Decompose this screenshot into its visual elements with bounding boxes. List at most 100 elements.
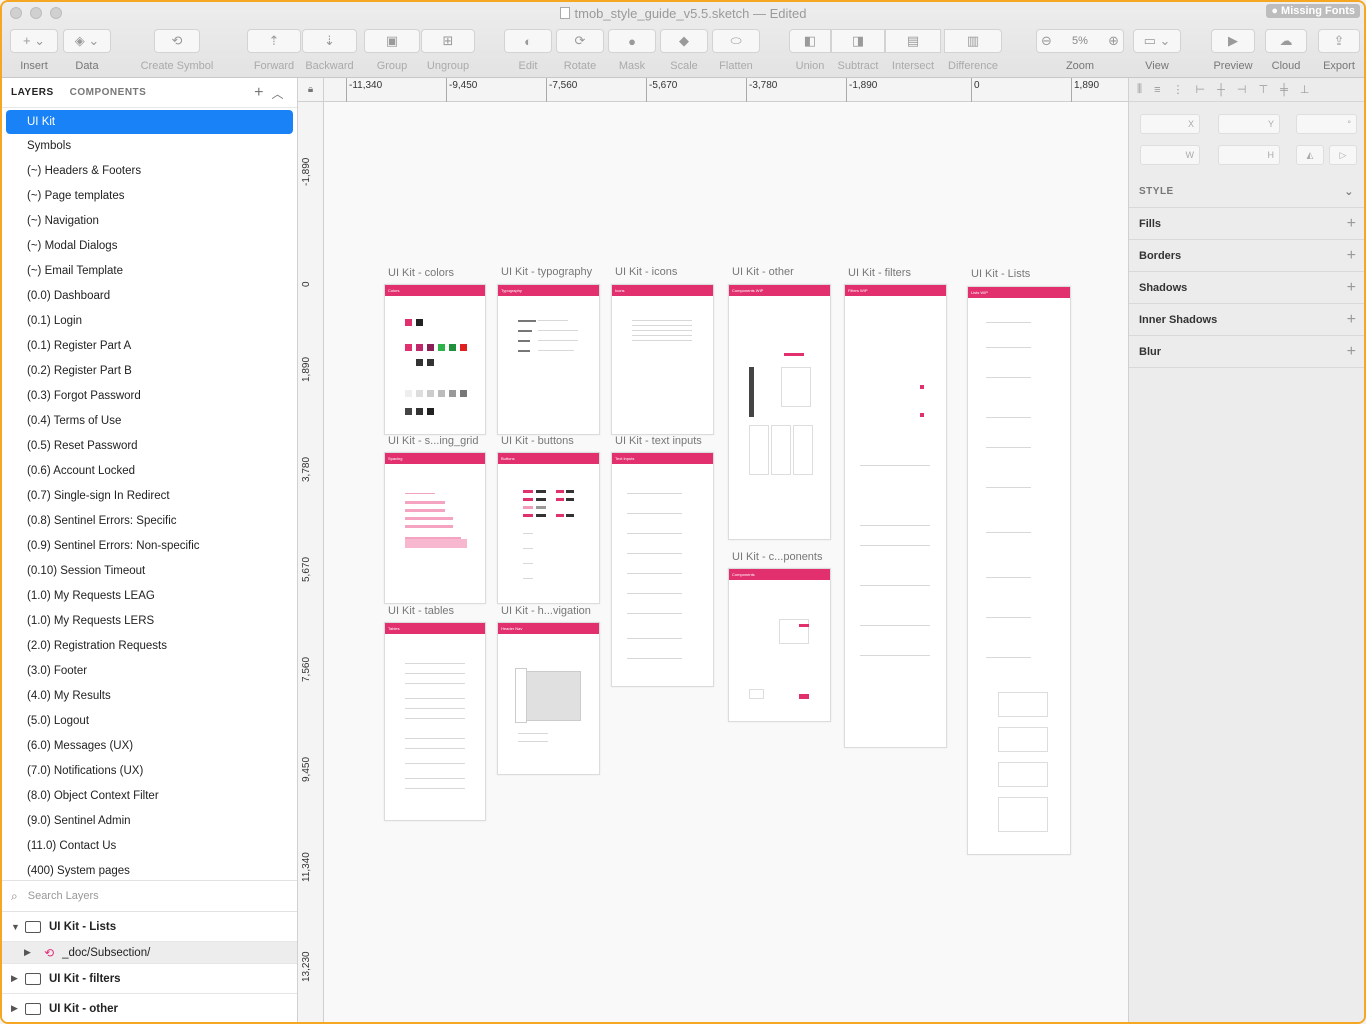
horizontal-ruler[interactable]: -11,340 -9,450 -7,560 -5,670 -3,780 -1,8…: [298, 78, 1128, 102]
tab-layers[interactable]: LAYERS: [11, 87, 54, 98]
page-item[interactable]: (0.0) Dashboard: [2, 284, 297, 309]
page-item[interactable]: (0.5) Reset Password: [2, 434, 297, 459]
mask-tool[interactable]: ● Mask: [608, 29, 656, 72]
page-item[interactable]: (4.0) My Results: [2, 684, 297, 709]
missing-fonts-badge[interactable]: ● Missing Fonts: [1266, 4, 1360, 18]
page-item[interactable]: (~) Headers & Footers: [2, 159, 297, 184]
cloud-tool[interactable]: ☁ Cloud: [1265, 29, 1307, 72]
search-input[interactable]: Search Layers: [28, 890, 99, 902]
page-item[interactable]: Symbols: [2, 134, 297, 159]
ungroup-tool[interactable]: ⊞ Ungroup: [421, 29, 475, 72]
zoom-in-icon[interactable]: ⊕: [1108, 33, 1119, 49]
artboard-title[interactable]: UI Kit - colors: [388, 267, 454, 279]
page-item[interactable]: (5.0) Logout: [2, 709, 297, 734]
search-layers[interactable]: ⌕ Search Layers: [2, 880, 297, 912]
flip-vertical-icon[interactable]: ▷: [1329, 145, 1357, 165]
page-item[interactable]: (1.0) My Requests LEAG: [2, 584, 297, 609]
align-left-icon[interactable]: ⊢: [1195, 83, 1205, 96]
inner-shadows-section[interactable]: Inner Shadows +: [1129, 304, 1364, 336]
page-item[interactable]: UI Kit: [6, 110, 293, 134]
page-item[interactable]: (3.0) Footer: [2, 659, 297, 684]
rotate-tool[interactable]: ⟳ Rotate: [556, 29, 604, 72]
page-item[interactable]: (0.3) Forgot Password: [2, 384, 297, 409]
group-tool[interactable]: ▣ Group: [364, 29, 420, 72]
zoom-out-icon[interactable]: ⊖: [1041, 33, 1052, 49]
canvas[interactable]: UI Kit - colors Colors UI Kit - s...ing_…: [324, 102, 1128, 1022]
export-tool[interactable]: ⇪ Export: [1318, 29, 1360, 72]
disclosure-closed-icon[interactable]: ▶: [11, 1003, 23, 1014]
page-item[interactable]: (0.2) Register Part B: [2, 359, 297, 384]
width-field[interactable]: W: [1140, 145, 1200, 165]
page-item[interactable]: (0.6) Account Locked: [2, 459, 297, 484]
page-item[interactable]: (~) Email Template: [2, 259, 297, 284]
artboard-title[interactable]: UI Kit - Lists: [971, 268, 1030, 280]
rotation-field[interactable]: °: [1296, 114, 1357, 134]
page-item[interactable]: (400) System pages: [2, 859, 297, 880]
align-bottom-icon[interactable]: ⊥: [1300, 83, 1310, 96]
align-right-icon[interactable]: ⊣: [1237, 83, 1247, 96]
flip-horizontal-icon[interactable]: ◭: [1296, 145, 1324, 165]
union-tool[interactable]: ◧ Union: [789, 29, 831, 72]
subtract-tool[interactable]: ◨ Subtract: [831, 29, 885, 72]
layer-row[interactable]: ▶ UI Kit - other: [2, 994, 297, 1022]
artboard-tables[interactable]: Tables: [384, 622, 486, 821]
artboard-title[interactable]: UI Kit - tables: [388, 605, 454, 617]
layer-row[interactable]: ▶ UI Kit - filters: [2, 964, 297, 994]
artboard-title[interactable]: UI Kit - icons: [615, 266, 677, 278]
tab-components[interactable]: COMPONENTS: [70, 87, 147, 98]
page-item[interactable]: (11.0) Contact Us: [2, 834, 297, 859]
borders-section[interactable]: Borders +: [1129, 240, 1364, 272]
distribute-horizontal-icon[interactable]: ⫼: [1137, 83, 1142, 96]
align-center-icon[interactable]: ┼: [1217, 84, 1225, 96]
artboard-typography[interactable]: Typography: [497, 284, 600, 435]
page-item[interactable]: (0.7) Single-sign In Redirect: [2, 484, 297, 509]
artboard-icons[interactable]: Icons: [611, 284, 714, 435]
artboard-filters[interactable]: Filters WIP: [844, 284, 947, 748]
collapse-pages-icon[interactable]: ︿: [271, 85, 284, 102]
artboard-colors[interactable]: Colors: [384, 284, 486, 435]
flatten-tool[interactable]: ⬭ Flatten: [712, 29, 760, 72]
artboard-buttons[interactable]: Buttons: [497, 452, 600, 604]
layer-row[interactable]: ▼ UI Kit - Lists: [2, 912, 297, 942]
artboard-lists[interactable]: Lists WIP: [967, 286, 1071, 855]
add-page-icon[interactable]: +: [254, 84, 264, 102]
page-item[interactable]: (6.0) Messages (UX): [2, 734, 297, 759]
shadows-section[interactable]: Shadows +: [1129, 272, 1364, 304]
zoom-value[interactable]: 5%: [1072, 35, 1088, 47]
view-tool[interactable]: ▭ ⌄ View: [1133, 29, 1181, 72]
artboard-text-inputs[interactable]: Text Inputs: [611, 452, 714, 687]
page-item[interactable]: (0.1) Register Part A: [2, 334, 297, 359]
artboard-header-navigation[interactable]: Header Nav: [497, 622, 600, 775]
page-item[interactable]: (0.10) Session Timeout: [2, 559, 297, 584]
scale-tool[interactable]: ◆ Scale: [660, 29, 708, 72]
create-symbol-tool[interactable]: ⟲ Create Symbol: [139, 29, 215, 72]
align-middle-icon[interactable]: ╪: [1280, 84, 1288, 96]
y-field[interactable]: Y: [1218, 114, 1280, 134]
preview-tool[interactable]: ▶ Preview: [1211, 29, 1255, 72]
layer-row[interactable]: ▶ ⟲ _doc/Subsection/: [2, 942, 297, 964]
disclosure-open-icon[interactable]: ▼: [11, 922, 23, 932]
add-shadow-icon[interactable]: +: [1347, 272, 1356, 304]
page-item[interactable]: (0.8) Sentinel Errors: Specific: [2, 509, 297, 534]
disclosure-closed-icon[interactable]: ▶: [11, 973, 23, 984]
page-item[interactable]: (~) Page templates: [2, 184, 297, 209]
x-field[interactable]: X: [1140, 114, 1200, 134]
add-fill-icon[interactable]: +: [1347, 208, 1356, 240]
page-item[interactable]: (9.0) Sentinel Admin: [2, 809, 297, 834]
artboard-title[interactable]: UI Kit - typography: [501, 266, 592, 278]
style-section-header[interactable]: STYLE ⌄: [1129, 176, 1364, 208]
artboard-title[interactable]: UI Kit - text inputs: [615, 435, 702, 447]
insert-tool[interactable]: + ⌄ Insert: [10, 29, 58, 72]
page-item[interactable]: (~) Modal Dialogs: [2, 234, 297, 259]
intersect-tool[interactable]: ▤ Intersect: [885, 29, 941, 72]
page-item[interactable]: (0.4) Terms of Use: [2, 409, 297, 434]
distribute-vertical-icon[interactable]: ≡: [1154, 84, 1160, 96]
backward-tool[interactable]: ⇣ Backward: [302, 29, 357, 72]
artboard-spacing[interactable]: Spacing: [384, 452, 486, 604]
fills-section[interactable]: Fills +: [1129, 208, 1364, 240]
artboard-title[interactable]: UI Kit - h...vigation: [501, 605, 591, 617]
add-blur-icon[interactable]: +: [1347, 336, 1356, 368]
data-tool[interactable]: ◈ ⌄ Data: [63, 29, 111, 72]
artboard-title[interactable]: UI Kit - buttons: [501, 435, 574, 447]
artboard-title[interactable]: UI Kit - other: [732, 266, 794, 278]
